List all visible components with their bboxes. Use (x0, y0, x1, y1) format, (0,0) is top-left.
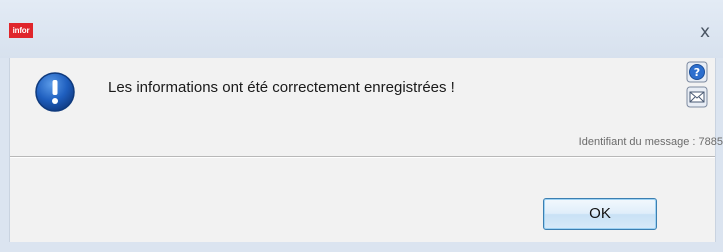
svg-text:?: ? (694, 66, 700, 79)
ok-button[interactable]: OK (543, 198, 657, 230)
title-bar: infor x (0, 0, 723, 58)
message-id-label: Identifiant du message : 7885 (578, 136, 723, 148)
dialog-body: Les informations ont été correctement en… (9, 58, 723, 242)
help-icon[interactable]: ? (686, 61, 708, 83)
divider (10, 156, 715, 158)
mail-icon[interactable] (686, 86, 708, 108)
close-button[interactable]: x (695, 22, 715, 42)
information-icon (35, 72, 75, 112)
infor-logo: infor (9, 23, 33, 38)
message-text: Les informations ont été correctement en… (108, 79, 455, 96)
dialog-window: infor x Les informations ont été correct… (0, 0, 723, 252)
